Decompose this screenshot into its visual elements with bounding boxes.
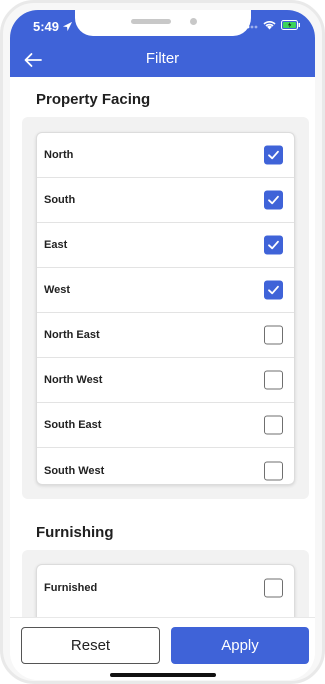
furnishing-list: Furnished <box>36 564 295 617</box>
wifi-icon <box>263 21 276 30</box>
property-facing-list: North South East West North East North W… <box>36 132 295 485</box>
checkbox-checked[interactable] <box>264 145 283 165</box>
reset-button[interactable]: Reset <box>21 627 160 664</box>
checkbox-unchecked[interactable] <box>264 325 283 345</box>
option-north-east[interactable]: North East <box>37 313 294 358</box>
checkbox-unchecked[interactable] <box>264 370 283 390</box>
status-icons <box>242 20 301 30</box>
checkmark-icon <box>268 240 279 250</box>
option-label: West <box>44 284 71 296</box>
section-title-furnishing: Furnishing <box>36 524 114 541</box>
signal-icon <box>242 25 258 29</box>
apply-button[interactable]: Apply <box>171 627 309 664</box>
option-label: South <box>44 194 76 206</box>
option-label: North <box>44 149 74 161</box>
device-notch <box>75 10 251 36</box>
option-label: South West <box>44 464 105 477</box>
status-time-text: 5:49 <box>33 19 60 34</box>
checkbox-checked[interactable] <box>264 235 283 255</box>
option-label: East <box>44 239 68 251</box>
location-arrow-icon <box>62 21 73 32</box>
property-facing-card: North South East West North East North W… <box>22 117 309 499</box>
option-label: South East <box>44 419 102 431</box>
checkbox-checked[interactable] <box>264 280 283 300</box>
checkbox-checked[interactable] <box>264 190 283 210</box>
device-frame: 5:49 Filter Property Facing North South … <box>0 0 325 684</box>
option-south-west[interactable]: South West <box>37 448 294 484</box>
option-south[interactable]: South <box>37 178 294 223</box>
status-bar: 5:49 <box>10 10 315 40</box>
app-bar: Filter <box>10 46 315 74</box>
page-title: Filter <box>145 50 180 67</box>
checkbox-unchecked[interactable] <box>264 578 283 597</box>
option-label: Furnished <box>44 581 98 594</box>
section-title-property-facing: Property Facing <box>36 91 151 108</box>
option-west[interactable]: West <box>37 268 294 313</box>
option-north[interactable]: North <box>37 133 294 178</box>
status-time: 5:49 <box>33 19 73 34</box>
furnishing-card: Furnished <box>22 550 309 617</box>
option-label: North West <box>44 374 103 386</box>
checkmark-icon <box>268 285 279 295</box>
battery-icon <box>281 20 300 30</box>
header: 5:49 Filter <box>10 10 315 77</box>
option-furnished[interactable]: Furnished <box>37 565 294 610</box>
option-label: North East <box>44 329 100 341</box>
checkmark-icon <box>268 150 279 160</box>
screen: 5:49 Filter Property Facing North South … <box>10 10 315 680</box>
option-south-east[interactable]: South East <box>37 403 294 448</box>
checkbox-unchecked[interactable] <box>264 415 283 435</box>
home-indicator <box>110 673 216 677</box>
option-east[interactable]: East <box>37 223 294 268</box>
option-north-west[interactable]: North West <box>37 358 294 403</box>
checkmark-icon <box>268 195 279 205</box>
bottom-action-bar: Reset Apply <box>10 617 315 680</box>
filter-content[interactable]: Property Facing North South East West No… <box>10 77 315 617</box>
speaker <box>131 19 171 24</box>
checkbox-unchecked[interactable] <box>264 461 283 480</box>
camera <box>190 18 197 25</box>
